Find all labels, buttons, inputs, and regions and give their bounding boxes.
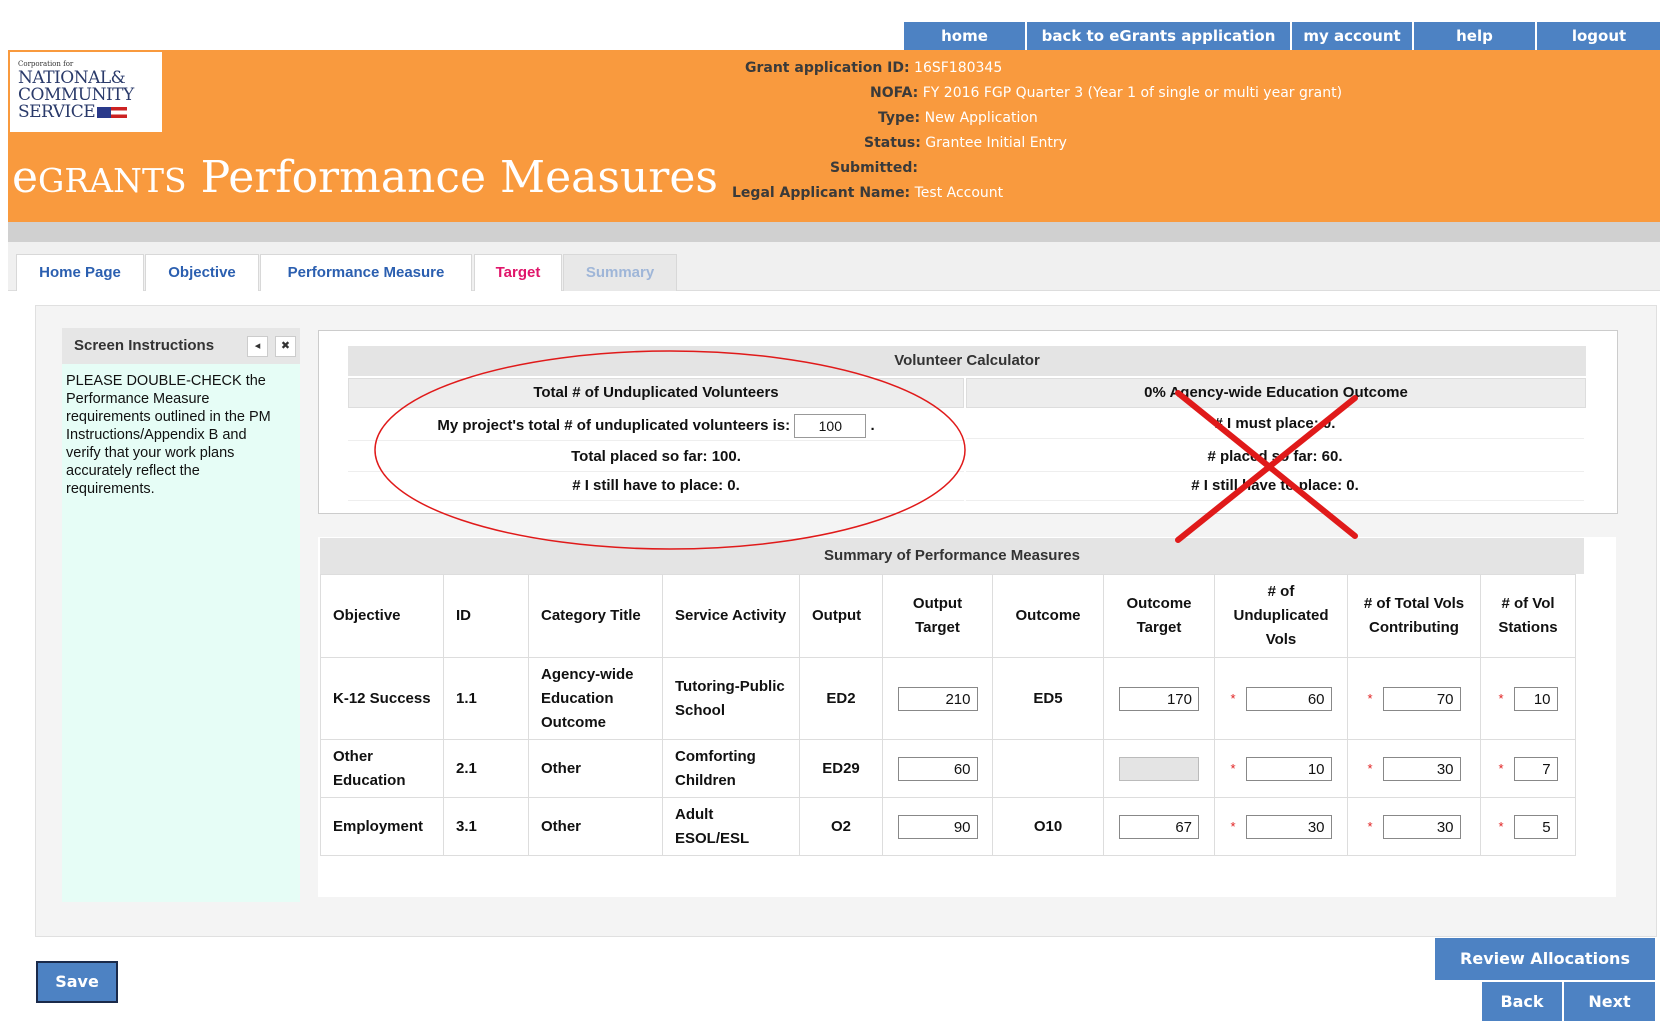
col-total-vols: # of Total Vols Contributing xyxy=(1347,574,1481,658)
required-mark: * xyxy=(1367,690,1373,706)
tab-summary: Summary xyxy=(563,254,677,291)
outcome-target-input[interactable]: 170 xyxy=(1119,686,1199,711)
nofa-value: FY 2016 FGP Quarter 3 (Year 1 of single … xyxy=(922,85,1343,101)
unduplicated-volunteers-header: Total # of Unduplicated Volunteers xyxy=(348,378,964,408)
summary-title: Summary of Performance Measures xyxy=(320,538,1584,574)
vol-stations-input[interactable]: 5 xyxy=(1513,814,1558,839)
app-title: eGRANTS Performance Measures xyxy=(12,152,718,203)
vol-stations-input[interactable]: 7 xyxy=(1513,756,1558,781)
required-mark: * xyxy=(1230,760,1236,776)
placed-so-far-line: # placed so far: 60. xyxy=(966,443,1584,472)
nav-help-link[interactable]: help xyxy=(1414,22,1537,50)
unduplicated-vols-input[interactable]: 30 xyxy=(1245,814,1332,839)
flag-icon xyxy=(97,107,128,118)
grant-id-value: 16SF180345 xyxy=(914,60,1003,76)
required-mark: * xyxy=(1230,818,1236,834)
collapse-left-icon[interactable]: ◂ xyxy=(247,336,268,357)
col-outcome: Outcome xyxy=(992,574,1104,658)
table-row: Employment 3.1 Other Adult ESOL/ESL O2 9… xyxy=(320,797,1576,856)
review-allocations-button[interactable]: Review Allocations xyxy=(1435,938,1655,980)
still-to-place-line: # I still have to place: 0. xyxy=(348,472,964,501)
unduplicated-volunteers-input[interactable]: 100 xyxy=(794,414,867,439)
required-mark: * xyxy=(1230,690,1236,706)
close-icon[interactable]: ✖ xyxy=(275,336,296,357)
col-service-activity: Service Activity xyxy=(662,574,800,658)
grant-id-label: Grant application ID: xyxy=(745,60,910,76)
nav-my-account-link[interactable]: my account xyxy=(1292,22,1414,50)
performance-measures-table: Objective ID Category Title Service Acti… xyxy=(320,574,1576,856)
agency-wide-outcome-header: 0% Agency-wide Education Outcome xyxy=(966,378,1586,408)
col-unduplicated-vols: # of Unduplicated Vols xyxy=(1214,574,1348,658)
total-vols-input[interactable]: 30 xyxy=(1382,814,1461,839)
project-total-line: My project's total # of unduplicated vol… xyxy=(348,412,964,441)
col-output-target: Output Target xyxy=(882,574,993,658)
col-vol-stations: # of Vol Stations xyxy=(1480,574,1576,658)
volunteer-calculator-title: Volunteer Calculator xyxy=(348,346,1586,376)
col-output: Output xyxy=(799,574,883,658)
next-button[interactable]: Next xyxy=(1564,982,1655,1021)
right-still-to-place-line: # I still have to place: 0. xyxy=(966,472,1584,501)
col-category-title: Category Title xyxy=(528,574,663,658)
tab-target[interactable]: Target xyxy=(474,254,562,291)
total-vols-input[interactable]: 30 xyxy=(1382,756,1461,781)
table-header-row: Objective ID Category Title Service Acti… xyxy=(320,574,1576,658)
table-row: Other Education 2.1 Other Comforting Chi… xyxy=(320,739,1576,798)
tab-performance-measure[interactable]: Performance Measure xyxy=(260,254,472,291)
outcome-target-input xyxy=(1119,756,1199,781)
type-value: New Application xyxy=(924,110,1038,126)
table-row: K-12 Success 1.1 Agency-wide Education O… xyxy=(320,657,1576,740)
tab-objective[interactable]: Objective xyxy=(145,254,259,291)
total-vols-input[interactable]: 70 xyxy=(1382,686,1461,711)
nav-home-link[interactable]: home xyxy=(904,22,1027,50)
nav-logout-link[interactable]: logout xyxy=(1537,22,1660,50)
applicant-value: Test Account xyxy=(914,185,1004,201)
required-mark: * xyxy=(1498,760,1504,776)
col-outcome-target: Outcome Target xyxy=(1103,574,1215,658)
save-button[interactable]: Save xyxy=(36,961,118,1003)
header-divider xyxy=(8,222,1660,242)
required-mark: * xyxy=(1367,818,1373,834)
back-button[interactable]: Back xyxy=(1482,982,1562,1021)
col-objective: Objective xyxy=(320,574,444,658)
top-nav: home back to eGrants application my acco… xyxy=(904,22,1660,50)
required-mark: * xyxy=(1367,760,1373,776)
required-mark: * xyxy=(1498,818,1504,834)
unduplicated-vols-input[interactable]: 10 xyxy=(1245,756,1332,781)
unduplicated-vols-input[interactable]: 60 xyxy=(1245,686,1332,711)
output-target-input[interactable]: 60 xyxy=(897,756,978,781)
output-target-input[interactable]: 90 xyxy=(897,814,978,839)
outcome-target-input[interactable]: 67 xyxy=(1119,814,1199,839)
tab-home-page[interactable]: Home Page xyxy=(16,254,144,291)
nav-back-to-egrants-link[interactable]: back to eGrants application xyxy=(1027,22,1292,50)
required-mark: * xyxy=(1498,690,1504,706)
output-target-input[interactable]: 210 xyxy=(897,686,978,711)
screen-instructions-title: Screen Instructions xyxy=(74,337,215,354)
col-id: ID xyxy=(443,574,529,658)
total-placed-line: Total placed so far: 100. xyxy=(348,443,964,472)
must-place-line: # I must place: 0. xyxy=(966,410,1584,439)
status-value: Grantee Initial Entry xyxy=(925,135,1067,151)
vol-stations-input[interactable]: 10 xyxy=(1513,686,1558,711)
screen-instructions-text: PLEASE DOUBLE-CHECK the Performance Meas… xyxy=(66,373,271,497)
cncs-logo: Corporation for NATIONAL& COMMUNITY SERV… xyxy=(10,52,162,132)
